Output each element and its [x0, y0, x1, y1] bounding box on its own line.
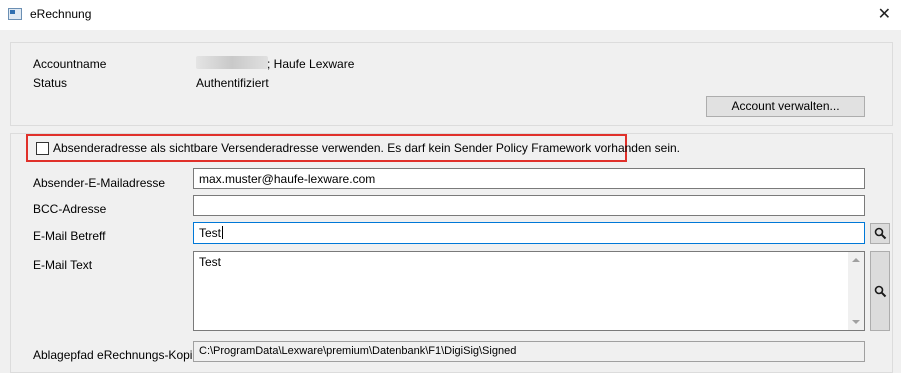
sender-option-highlight: Absenderadresse als sichtbare Versendera…	[26, 134, 680, 162]
sender-email-value: max.muster@haufe-lexware.com	[199, 172, 376, 186]
path-label: Ablagepfad eRechnungs-Kopien	[33, 348, 206, 362]
status-label: Status	[33, 76, 68, 90]
magnifier-icon	[874, 285, 887, 298]
subject-field[interactable]: Test	[193, 222, 865, 244]
close-icon[interactable]: ✕	[878, 4, 891, 24]
scroll-up-icon[interactable]	[852, 258, 860, 262]
title-bar: eRechnung ✕	[0, 0, 901, 30]
accountname-value: ; Haufe Lexware	[267, 57, 355, 71]
scroll-down-icon[interactable]	[852, 320, 860, 324]
account-manage-button[interactable]: Account verwalten...	[706, 96, 865, 117]
status-value: Authentifiziert	[196, 76, 269, 90]
accountname-label: Accountname	[33, 57, 107, 71]
window-title: eRechnung	[30, 7, 92, 21]
sender-email-field[interactable]: max.muster@haufe-lexware.com	[193, 168, 865, 189]
redacted-account-name	[196, 56, 268, 69]
window-icon	[8, 8, 22, 20]
email-text-scrollbar[interactable]	[848, 252, 864, 330]
sender-email-label: Absender-E-Mailadresse	[33, 176, 166, 190]
subject-label: E-Mail Betreff	[33, 229, 106, 243]
text-caret	[222, 226, 224, 239]
sender-address-checkbox[interactable]	[36, 142, 49, 155]
email-text-area[interactable]: Test	[193, 251, 865, 331]
sender-address-checkbox-label[interactable]: Absenderadresse als sichtbare Versendera…	[53, 141, 680, 155]
text-label: E-Mail Text	[33, 258, 93, 272]
text-search-button[interactable]	[870, 251, 890, 331]
magnifier-icon	[874, 227, 887, 240]
path-value: C:\ProgramData\Lexware\premium\Datenbank…	[199, 345, 517, 357]
bcc-label: BCC-Adresse	[33, 202, 107, 216]
email-text-value: Test	[199, 255, 222, 269]
subject-search-button[interactable]	[870, 223, 890, 244]
subject-value: Test	[199, 226, 222, 240]
bcc-field[interactable]	[193, 195, 865, 216]
path-field[interactable]: C:\ProgramData\Lexware\premium\Datenbank…	[193, 341, 865, 362]
